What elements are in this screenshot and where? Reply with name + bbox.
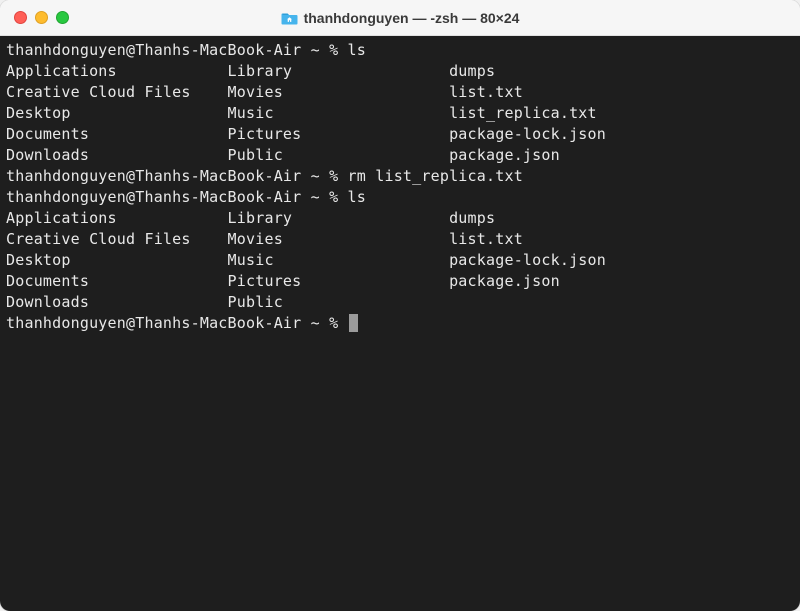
ls-output-row: Documents Pictures package-lock.json <box>6 124 794 145</box>
prompt-line: thanhdonguyen@Thanhs-MacBook-Air ~ % ls <box>6 187 794 208</box>
ls-output-row: Applications Library dumps <box>6 208 794 229</box>
ls-output-row: Creative Cloud Files Movies list.txt <box>6 229 794 250</box>
close-icon[interactable] <box>14 11 27 24</box>
ls-output-row: Desktop Music list_replica.txt <box>6 103 794 124</box>
ls-output-row: Desktop Music package-lock.json <box>6 250 794 271</box>
window-title: thanhdonguyen — -zsh — 80×24 <box>0 10 800 26</box>
traffic-lights <box>0 11 69 24</box>
prompt-line-active[interactable]: thanhdonguyen@Thanhs-MacBook-Air ~ % <box>6 313 794 334</box>
prompt-line: thanhdonguyen@Thanhs-MacBook-Air ~ % ls <box>6 40 794 61</box>
zoom-icon[interactable] <box>56 11 69 24</box>
terminal-content[interactable]: thanhdonguyen@Thanhs-MacBook-Air ~ % lsA… <box>0 36 800 611</box>
ls-output-row: Documents Pictures package.json <box>6 271 794 292</box>
terminal-window: thanhdonguyen — -zsh — 80×24 thanhdonguy… <box>0 0 800 611</box>
ls-output-row: Applications Library dumps <box>6 61 794 82</box>
ls-output-row: Creative Cloud Files Movies list.txt <box>6 82 794 103</box>
prompt-line: thanhdonguyen@Thanhs-MacBook-Air ~ % rm … <box>6 166 794 187</box>
cursor <box>349 314 358 332</box>
minimize-icon[interactable] <box>35 11 48 24</box>
ls-output-row: Downloads Public package.json <box>6 145 794 166</box>
home-folder-icon <box>281 11 298 25</box>
ls-output-row: Downloads Public <box>6 292 794 313</box>
titlebar[interactable]: thanhdonguyen — -zsh — 80×24 <box>0 0 800 36</box>
window-title-text: thanhdonguyen — -zsh — 80×24 <box>304 10 520 26</box>
